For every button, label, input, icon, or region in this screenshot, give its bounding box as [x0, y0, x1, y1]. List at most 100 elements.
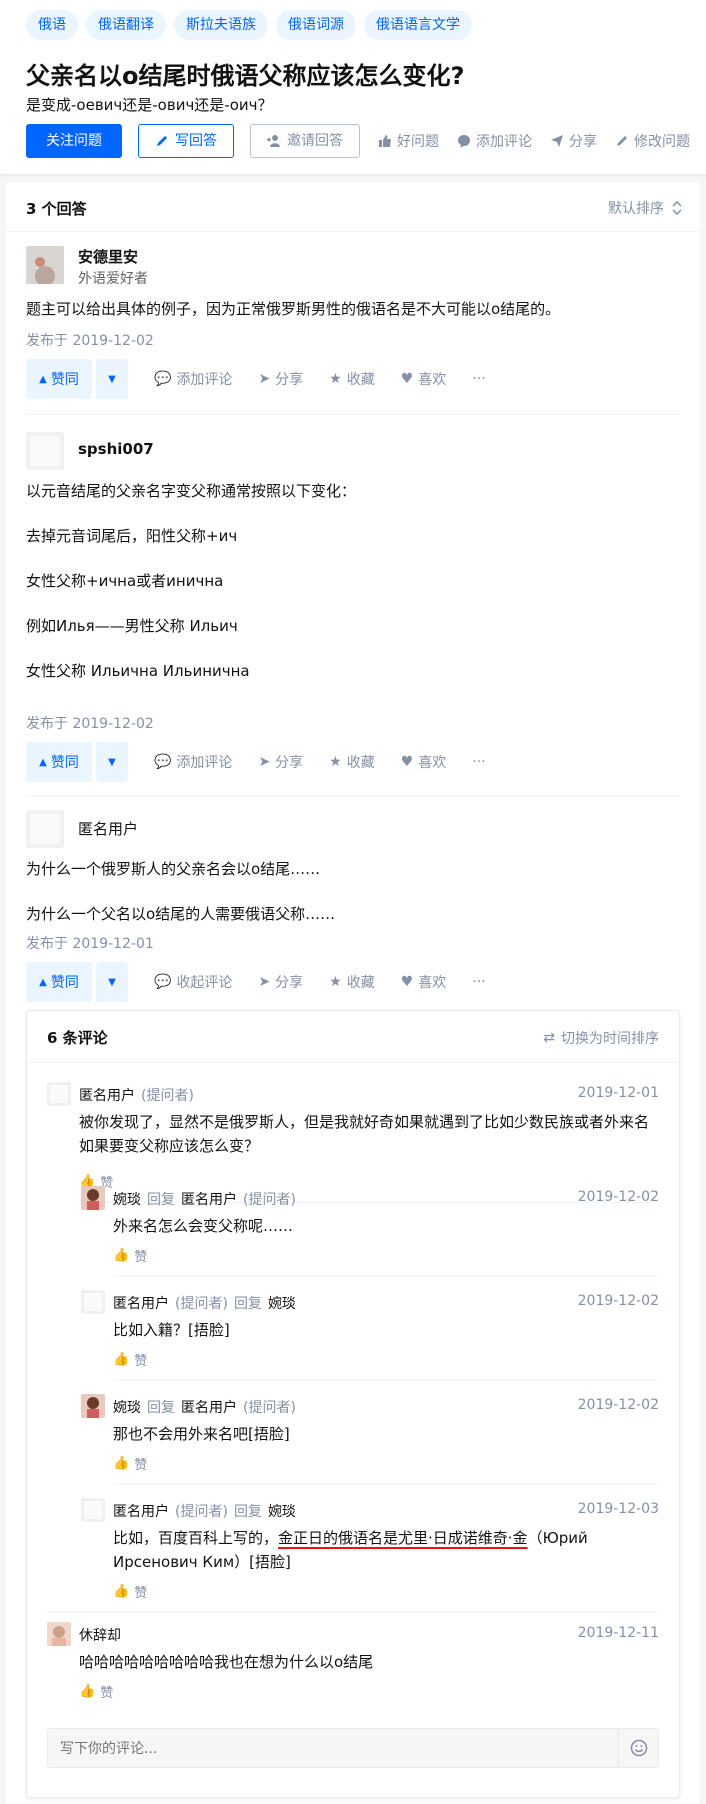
more-button[interactable]: ··· — [472, 974, 485, 990]
topic-tags: 俄语 俄语翻译 斯拉夫语族 俄语词源 俄语语言文学 — [26, 10, 472, 40]
topic-tag[interactable]: 俄语翻译 — [86, 10, 166, 40]
triangle-up-icon: ▲ — [39, 756, 47, 768]
comment-date: 2019-12-01 — [577, 1085, 659, 1101]
comment-label: 添加评论 — [176, 755, 233, 771]
write-answer-button[interactable]: 写回答 — [138, 124, 234, 158]
thumbs-up-icon: 👍 — [113, 1352, 130, 1367]
sort-arrows-icon — [672, 201, 682, 215]
comment-avatar[interactable] — [47, 1082, 71, 1106]
sort-toggle[interactable]: 默认排序 — [608, 198, 682, 218]
agree-button[interactable]: ▲ 赞同 — [26, 359, 92, 399]
author-name[interactable]: spshi007 — [78, 440, 154, 458]
agree-button[interactable]: ▲ 赞同 — [26, 962, 92, 1002]
author-name: 匿名用户 — [78, 820, 139, 838]
triangle-up-icon: ▲ — [39, 373, 47, 385]
topic-tag[interactable]: 斯拉夫语族 — [174, 10, 268, 40]
good-question-button[interactable]: 好问题 — [378, 131, 439, 151]
agree-button[interactable]: ▲ 赞同 — [26, 742, 92, 782]
comment-meta: 婉琰 回复 匿名用户 (提问者) — [113, 1397, 296, 1417]
comment-avatar[interactable] — [47, 1622, 71, 1646]
comment-like-button[interactable]: 👍 赞 — [113, 1582, 147, 1601]
comment-text-line: Ирсенович Ким）[捂脸] — [113, 1553, 291, 1571]
comment-icon — [458, 135, 470, 148]
avatar[interactable] — [26, 810, 64, 848]
avatar[interactable] — [26, 246, 64, 284]
invite-answer-button[interactable]: 邀请回答 — [250, 124, 360, 158]
like-label: 喜欢 — [418, 755, 447, 771]
comment-like-button[interactable]: 👍 赞 — [113, 1246, 147, 1265]
disagree-button[interactable]: ▼ — [96, 359, 128, 399]
edit-question-button[interactable]: 修改问题 — [615, 131, 690, 151]
comment-avatar[interactable] — [81, 1290, 105, 1314]
comment-text-line: 比如，百度百科上写的，金正日的俄语名是尤里·日成诺维奇·金（Юрий — [113, 1526, 653, 1550]
comment-like-button[interactable]: 👍 赞 — [113, 1454, 147, 1473]
answer-text-line: 女性父称+ична或者инична — [26, 572, 224, 590]
avatar-image — [81, 1290, 105, 1314]
follow-question-button[interactable]: 关注问题 — [26, 124, 122, 158]
add-comment-button[interactable]: 💬 添加评论 — [154, 752, 232, 772]
answer-text-line: 为什么一个俄罗斯人的父亲名会以o结尾…… — [26, 860, 321, 878]
comment-like-button[interactable]: 👍 赞 — [113, 1350, 147, 1369]
disagree-button[interactable]: ▼ — [96, 742, 128, 782]
comment-like-button[interactable]: 👍 赞 — [79, 1682, 113, 1701]
write-label: 写回答 — [175, 133, 217, 149]
topic-tag[interactable]: 俄语词源 — [276, 10, 356, 40]
share-button[interactable]: ➤ 分享 — [258, 369, 303, 389]
like-button[interactable]: ♥ 喜欢 — [401, 369, 447, 389]
answers-card: 3 个回答 默认排序 安德里安 外语爱好者 题主可以给出具体的例子，因为正常俄罗… — [6, 182, 700, 1804]
answer-date[interactable]: 发布于 2019-12-02 — [26, 713, 154, 733]
share-button[interactable]: ➤ 分享 — [258, 752, 303, 772]
agree-label: 赞同 — [50, 755, 79, 771]
answer-date[interactable]: 发布于 2019-12-01 — [26, 933, 154, 953]
share-button[interactable]: 分享 — [550, 131, 597, 151]
more-button[interactable]: ··· — [472, 371, 485, 387]
topic-tag[interactable]: 俄语 — [26, 10, 78, 40]
comment-avatar[interactable] — [81, 1186, 105, 1210]
answer-actions: ▲ 赞同 ▼ 💬 收起评论 ➤ 分享 ★ 收藏 ♥ 喜欢 ··· — [26, 962, 486, 1002]
share-icon — [551, 135, 563, 147]
more-button[interactable]: ··· — [472, 754, 485, 770]
avatar-image — [47, 1622, 71, 1646]
add-user-icon — [267, 135, 280, 147]
collapse-comments-button[interactable]: 💬 收起评论 — [154, 972, 232, 992]
avatar-image — [47, 1082, 71, 1106]
like-button[interactable]: ♥ 喜欢 — [401, 752, 447, 772]
question-title: 父亲名以o结尾时俄语父称应该怎么变化? — [26, 62, 465, 90]
share-button[interactable]: ➤ 分享 — [258, 972, 303, 992]
more-icon: ··· — [472, 974, 486, 990]
add-comment-button[interactable]: 💬 添加评论 — [154, 369, 232, 389]
comments-panel: 6 条评论 ⇄ 切换为时间排序 匿名用户 (提问者) 2019-12-01 被你发… — [26, 1010, 680, 1798]
share-label: 分享 — [275, 372, 304, 388]
topic-tag[interactable]: 俄语语言文学 — [364, 10, 472, 40]
author-name[interactable]: 安德里安 — [78, 246, 138, 267]
avatar[interactable] — [26, 432, 64, 470]
divider — [113, 1380, 659, 1381]
star-icon: ★ — [329, 371, 342, 387]
avatar-image — [81, 1186, 105, 1210]
comment-avatar[interactable] — [81, 1498, 105, 1522]
comment-date: 2019-12-02 — [577, 1189, 659, 1205]
asker-tag: (提问者) — [175, 1296, 228, 1312]
triangle-up-icon: ▲ — [39, 976, 47, 988]
comment-input[interactable] — [60, 1737, 600, 1761]
comment-meta: 匿名用户 (提问者) — [79, 1085, 194, 1105]
collect-button[interactable]: ★ 收藏 — [329, 752, 375, 772]
answer-date[interactable]: 发布于 2019-12-02 — [26, 330, 154, 350]
avatar-image — [81, 1394, 105, 1418]
disagree-button[interactable]: ▼ — [96, 962, 128, 1002]
thumbs-up-icon: 👍 — [113, 1456, 130, 1471]
like-button[interactable]: ♥ 喜欢 — [401, 972, 447, 992]
collect-button[interactable]: ★ 收藏 — [329, 972, 375, 992]
comment-icon: 💬 — [154, 371, 172, 387]
comment-user: 匿名用户 — [113, 1296, 169, 1312]
collect-button[interactable]: ★ 收藏 — [329, 369, 375, 389]
answer-text-line: 例如Илья——男性父称 Ильич — [26, 617, 238, 635]
comment-avatar[interactable] — [81, 1394, 105, 1418]
star-icon: ★ — [329, 974, 342, 990]
add-comment-button[interactable]: 添加评论 — [457, 131, 532, 151]
switch-sort-button[interactable]: ⇄ 切换为时间排序 — [543, 1028, 659, 1048]
divider — [47, 1612, 659, 1613]
reply-to-user: 婉琰 — [267, 1504, 296, 1520]
emoji-button[interactable] — [618, 1729, 658, 1767]
reply-label: 回复 — [233, 1504, 262, 1520]
